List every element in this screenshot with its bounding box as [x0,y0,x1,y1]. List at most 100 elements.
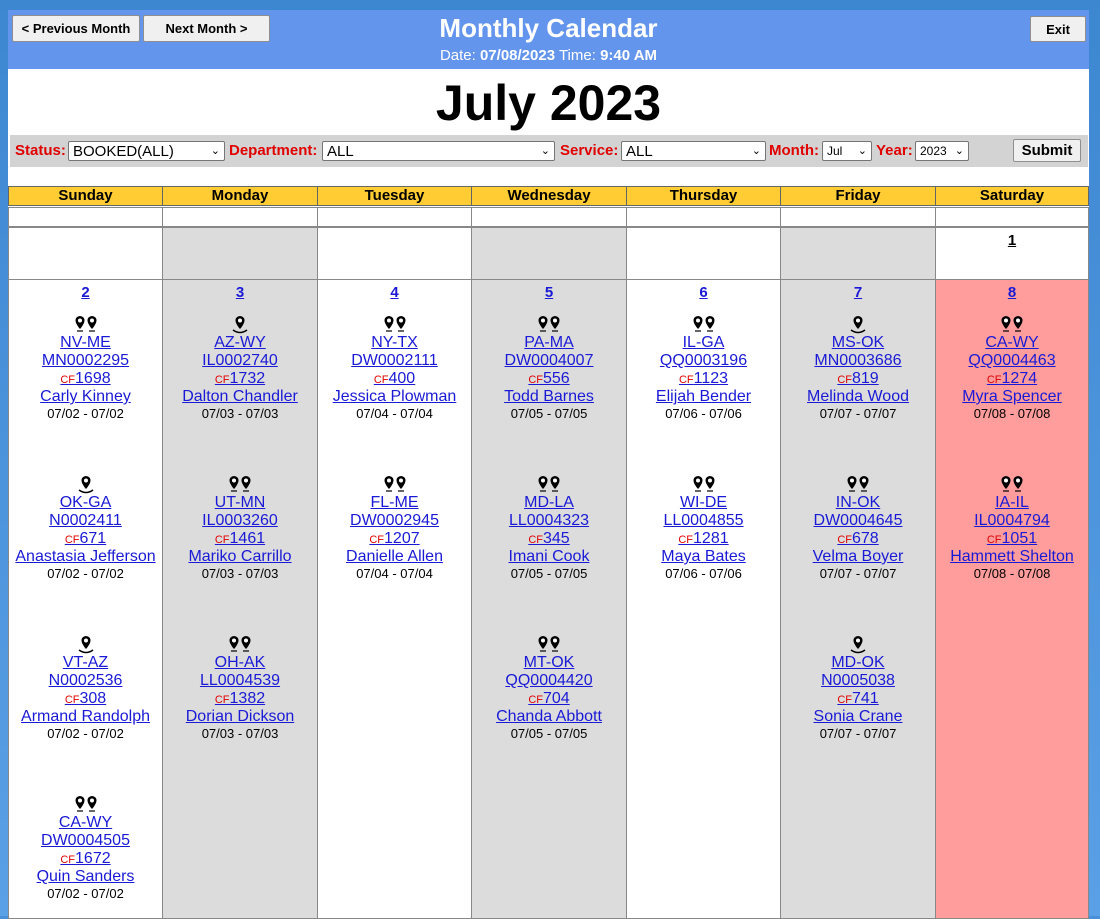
customer-name-link[interactable]: Quin Sanders [9,868,162,886]
route-link[interactable]: MS-OK [781,334,935,352]
booking-id-link[interactable]: MN0002295 [9,352,162,370]
customer-name-link[interactable]: Anastasia Jefferson [9,548,162,566]
map-pin-icon[interactable] [472,632,626,654]
day-number-link[interactable]: 4 [318,284,471,301]
cf-link[interactable]: CF671 [9,530,162,548]
customer-name-link[interactable]: Jessica Plowman [318,388,471,406]
booking-id-link[interactable]: LL0004323 [472,512,626,530]
route-link[interactable]: IL-GA [627,334,780,352]
map-pin-icon[interactable] [781,312,935,334]
cf-link[interactable]: CF678 [781,530,935,548]
cf-link[interactable]: CF1732 [163,370,317,388]
customer-name-link[interactable]: Carly Kinney [9,388,162,406]
route-link[interactable]: MD-OK [781,654,935,672]
map-pin-icon[interactable] [781,632,935,654]
booking-id-link[interactable]: DW0004645 [781,512,935,530]
route-link[interactable]: MD-LA [472,494,626,512]
booking-id-link[interactable]: LL0004855 [627,512,780,530]
map-pin-icon[interactable] [936,312,1088,334]
cf-link[interactable]: CF400 [318,370,471,388]
map-pin-icon[interactable] [472,312,626,334]
booking-id-link[interactable]: MN0003686 [781,352,935,370]
customer-name-link[interactable]: Danielle Allen [318,548,471,566]
cf-link[interactable]: CF704 [472,690,626,708]
customer-name-link[interactable]: Elijah Bender [627,388,780,406]
route-link[interactable]: UT-MN [163,494,317,512]
month-select[interactable]: Jul ⌄ [822,141,872,161]
cf-link[interactable]: CF1207 [318,530,471,548]
route-link[interactable]: PA-MA [472,334,626,352]
customer-name-link[interactable]: Hammett Shelton [936,548,1088,566]
booking-id-link[interactable]: IL0004794 [936,512,1088,530]
booking-id-link[interactable]: DW0004007 [472,352,626,370]
route-link[interactable]: FL-ME [318,494,471,512]
route-link[interactable]: OH-AK [163,654,317,672]
booking-id-link[interactable]: QQ0003196 [627,352,780,370]
map-pin-icon[interactable] [163,472,317,494]
year-select[interactable]: 2023 ⌄ [915,141,969,161]
department-select[interactable]: ALL ⌄ [322,141,555,161]
day-number-link[interactable]: 7 [781,284,935,301]
map-pin-icon[interactable] [318,472,471,494]
route-link[interactable]: NV-ME [9,334,162,352]
cf-link[interactable]: CF1123 [627,370,780,388]
day-number-link[interactable]: 1 [936,232,1088,249]
booking-id-link[interactable]: N0002536 [9,672,162,690]
route-link[interactable]: MT-OK [472,654,626,672]
cf-link[interactable]: CF1274 [936,370,1088,388]
customer-name-link[interactable]: Myra Spencer [936,388,1088,406]
customer-name-link[interactable]: Dalton Chandler [163,388,317,406]
route-link[interactable]: OK-GA [9,494,162,512]
customer-name-link[interactable]: Todd Barnes [472,388,626,406]
day-number-link[interactable]: 6 [627,284,780,301]
cf-link[interactable]: CF556 [472,370,626,388]
booking-id-link[interactable]: LL0004539 [163,672,317,690]
booking-id-link[interactable]: N0005038 [781,672,935,690]
map-pin-icon[interactable] [936,472,1088,494]
booking-id-link[interactable]: QQ0004463 [936,352,1088,370]
map-pin-icon[interactable] [9,792,162,814]
map-pin-icon[interactable] [163,632,317,654]
map-pin-icon[interactable] [9,472,162,494]
map-pin-icon[interactable] [627,312,780,334]
route-link[interactable]: NY-TX [318,334,471,352]
route-link[interactable]: VT-AZ [9,654,162,672]
day-number-link[interactable]: 2 [9,284,162,301]
route-link[interactable]: CA-WY [9,814,162,832]
submit-button[interactable]: Submit [1013,139,1081,162]
route-link[interactable]: CA-WY [936,334,1088,352]
day-number-link[interactable]: 8 [936,284,1088,301]
day-number-link[interactable]: 3 [163,284,317,301]
day-number-link[interactable]: 5 [472,284,626,301]
booking-id-link[interactable]: DW0002111 [318,352,471,370]
exit-button[interactable]: Exit [1030,16,1086,42]
cf-link[interactable]: CF308 [9,690,162,708]
customer-name-link[interactable]: Mariko Carrillo [163,548,317,566]
customer-name-link[interactable]: Velma Boyer [781,548,935,566]
booking-id-link[interactable]: DW0004505 [9,832,162,850]
customer-name-link[interactable]: Maya Bates [627,548,780,566]
route-link[interactable]: IA-IL [936,494,1088,512]
cf-link[interactable]: CF741 [781,690,935,708]
cf-link[interactable]: CF1461 [163,530,317,548]
customer-name-link[interactable]: Sonia Crane [781,708,935,726]
customer-name-link[interactable]: Armand Randolph [9,708,162,726]
customer-name-link[interactable]: Dorian Dickson [163,708,317,726]
cf-link[interactable]: CF1698 [9,370,162,388]
route-link[interactable]: IN-OK [781,494,935,512]
customer-name-link[interactable]: Chanda Abbott [472,708,626,726]
route-link[interactable]: AZ-WY [163,334,317,352]
booking-id-link[interactable]: IL0002740 [163,352,317,370]
booking-id-link[interactable]: N0002411 [9,512,162,530]
cf-link[interactable]: CF1672 [9,850,162,868]
map-pin-icon[interactable] [318,312,471,334]
booking-id-link[interactable]: IL0003260 [163,512,317,530]
cf-link[interactable]: CF1382 [163,690,317,708]
customer-name-link[interactable]: Melinda Wood [781,388,935,406]
cf-link[interactable]: CF1281 [627,530,780,548]
map-pin-icon[interactable] [627,472,780,494]
cf-link[interactable]: CF1051 [936,530,1088,548]
map-pin-icon[interactable] [9,632,162,654]
route-link[interactable]: WI-DE [627,494,780,512]
service-select[interactable]: ALL ⌄ [621,141,766,161]
